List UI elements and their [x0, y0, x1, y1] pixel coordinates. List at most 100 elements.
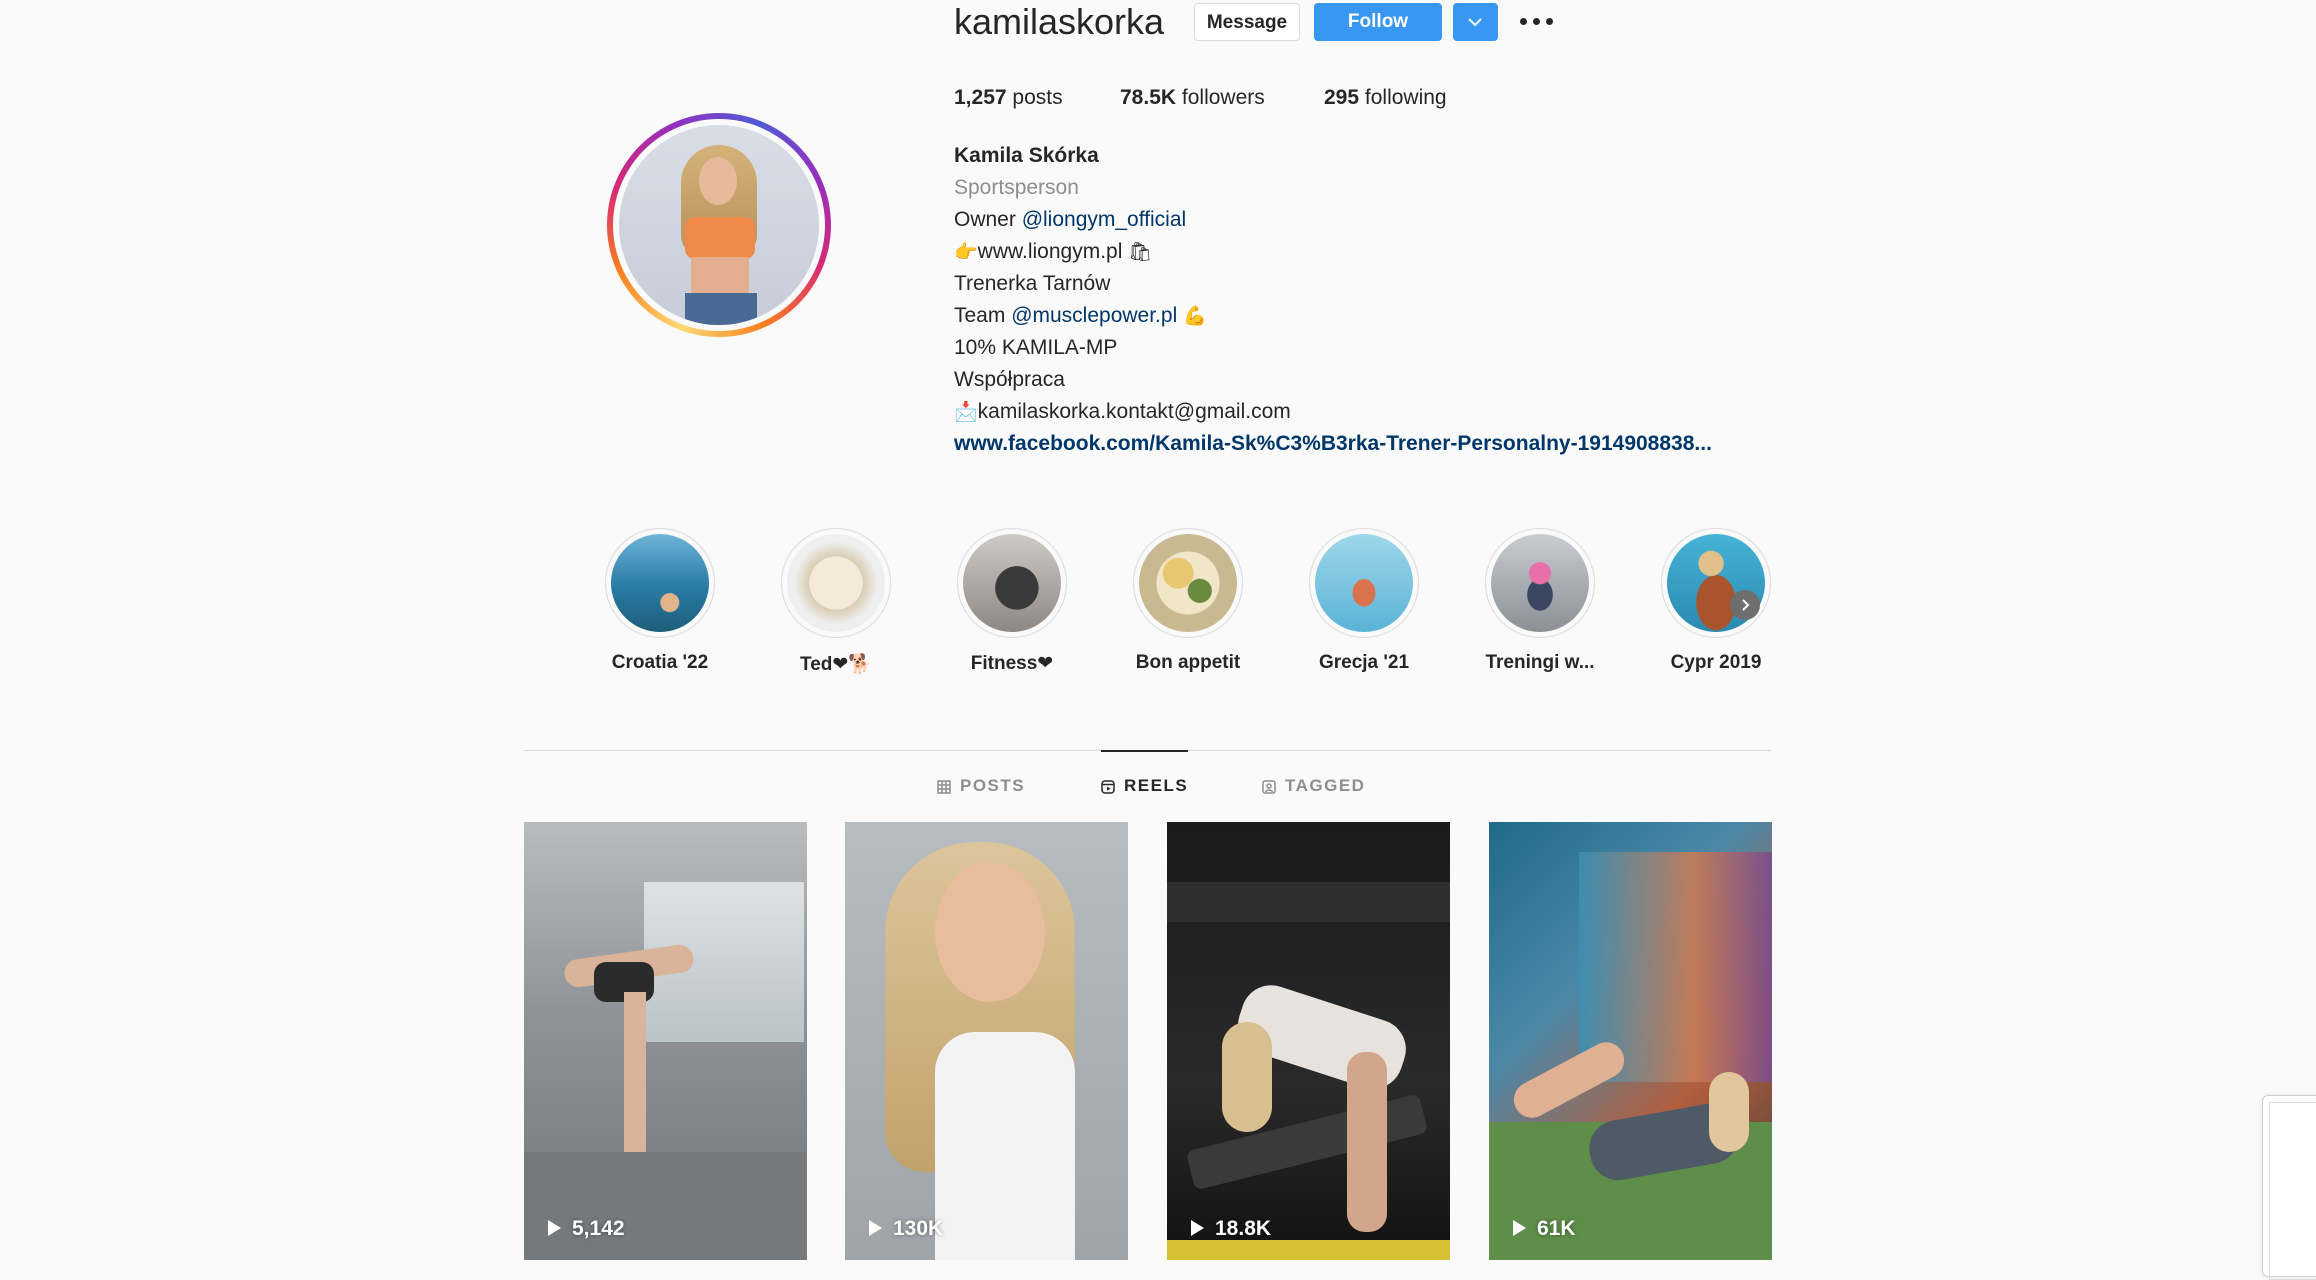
envelope-icon: 📩 — [954, 401, 978, 423]
highlights-next-button[interactable] — [1730, 590, 1760, 620]
posts-label: posts — [1012, 86, 1063, 109]
bio-email-line: 📩kamilaskorka.kontakt@gmail.com — [954, 396, 1774, 428]
highlight-ring — [781, 528, 891, 638]
following-label: following — [1364, 86, 1447, 109]
posts-count: 1,257 — [954, 86, 1007, 109]
reel-view-count: 18.8K — [1189, 1216, 1271, 1242]
follow-button[interactable]: Follow — [1314, 3, 1442, 41]
bio-team-prefix: Team — [954, 304, 1012, 327]
highlight-label: Bon appetit — [1135, 652, 1241, 673]
profile-avatar-story-ring[interactable] — [607, 113, 831, 337]
suggested-accounts-dropdown-button[interactable] — [1453, 3, 1498, 41]
avatar-belly — [691, 257, 749, 297]
reel-view-count-text: 5,142 — [572, 1217, 625, 1240]
face-shape — [935, 862, 1045, 1002]
followers-stat[interactable]: 78.5K followers — [1120, 82, 1265, 114]
flexed-bicep-icon: 💪 — [1183, 305, 1207, 327]
athlete-hair-shape — [1709, 1072, 1749, 1152]
reels-icon — [1101, 780, 1115, 794]
reel-thumbnail[interactable]: 5,142 — [524, 822, 807, 1260]
highlight-ring — [1661, 528, 1771, 638]
tab-tagged[interactable]: TAGGED — [1262, 750, 1365, 822]
play-icon — [1513, 1220, 1526, 1236]
highlight-label: Croatia '22 — [611, 652, 709, 673]
bio-team-line: Team @musclepower.pl 💪 — [954, 300, 1774, 332]
following-stat[interactable]: 295 following — [1324, 82, 1447, 114]
pool-photo-icon — [1315, 534, 1413, 632]
followers-count: 78.5K — [1120, 86, 1177, 109]
highlight-ring — [605, 528, 715, 638]
highlight-item[interactable]: Bon appetit — [1108, 524, 1268, 684]
posts-stat[interactable]: 1,257 posts — [954, 82, 1063, 114]
dog-photo-icon — [787, 534, 885, 632]
tab-posts-label: POSTS — [960, 776, 1026, 795]
profile-bio: Kamila Skórka Sportsperson Owner @liongy… — [954, 140, 1774, 460]
story-highlights: Croatia '22 Ted❤🐕 Fitness❤ Bon appetit G… — [580, 524, 1771, 694]
food-photo-icon — [1139, 534, 1237, 632]
highlight-item[interactable]: Fitness❤ — [932, 524, 1092, 684]
highlight-item[interactable]: Treningi w... — [1460, 524, 1620, 684]
reel-view-count: 61K — [1511, 1216, 1576, 1242]
floor-shape — [524, 1152, 807, 1260]
reel-thumbnail[interactable]: 130K — [845, 822, 1128, 1260]
message-button[interactable]: Message — [1194, 3, 1300, 41]
grid-icon — [937, 780, 951, 794]
highlight-item[interactable]: Croatia '22 — [580, 524, 740, 684]
highlight-ring — [1485, 528, 1595, 638]
avatar-jeans — [685, 293, 757, 325]
external-link[interactable]: www.facebook.com/Kamila-Sk%C3%B3rka-Tren… — [954, 428, 1774, 460]
athlete-leg-shape — [1347, 1052, 1387, 1232]
athlete-hair-shape — [1222, 1022, 1272, 1132]
dot — [1546, 18, 1553, 25]
tab-reels[interactable]: REELS — [1101, 750, 1189, 824]
avatar-top — [685, 217, 755, 259]
full-name: Kamila Skórka — [954, 144, 1099, 167]
avatar-face — [699, 157, 737, 205]
dot — [1533, 18, 1540, 25]
highlight-label: Treningi w... — [1485, 652, 1595, 673]
play-icon — [869, 1220, 882, 1236]
pointing-hand-icon: 👉 — [954, 241, 978, 263]
play-icon — [548, 1220, 561, 1236]
bio-collab-line: Współpraca — [954, 368, 1065, 391]
reel-view-count-text: 61K — [1537, 1217, 1576, 1240]
gym-light-shape — [1167, 882, 1450, 922]
tagged-icon — [1262, 780, 1276, 794]
mention-link-musclepower[interactable]: @musclepower.pl — [1011, 304, 1177, 327]
shopping-bag-icon: 🛍 — [1128, 241, 1153, 263]
bio-trainer-line: Trenerka Tarnów — [954, 272, 1111, 295]
chevron-right-icon — [1742, 599, 1750, 611]
bio-site-line: 👉www.liongym.pl 🛍 — [954, 236, 1774, 268]
reel-view-count: 130K — [867, 1216, 943, 1242]
following-count: 295 — [1324, 86, 1360, 109]
reel-view-count: 5,142 — [546, 1216, 625, 1242]
workout-photo-icon — [1491, 534, 1589, 632]
bio-code-line: 10% KAMILA-MP — [954, 336, 1118, 359]
bio-site-text: www.liongym.pl — [977, 240, 1129, 263]
beach-photo-icon — [611, 534, 709, 632]
reel-thumbnail[interactable]: 61K — [1489, 822, 1772, 1260]
reel-thumbnail[interactable]: 18.8K — [1167, 822, 1450, 1260]
highlight-item[interactable]: Cypr 2019 — [1636, 524, 1796, 684]
bio-owner-prefix: Owner — [954, 208, 1022, 231]
reel-view-count-text: 130K — [893, 1217, 944, 1240]
highlight-label: Ted❤🐕 — [800, 654, 872, 675]
side-floating-widget[interactable] — [2262, 1095, 2316, 1280]
highlight-ring — [1309, 528, 1419, 638]
gym-photo-icon — [963, 534, 1061, 632]
mention-link-liongym[interactable]: @liongym_official — [1022, 208, 1187, 231]
highlight-label: Grecja '21 — [1318, 652, 1410, 673]
tab-reels-label: REELS — [1124, 776, 1189, 795]
highlight-item[interactable]: Grecja '21 — [1284, 524, 1444, 684]
profile-header: kamilaskorka Message Follow 1,257 posts … — [0, 0, 2316, 480]
floor-stripe-shape — [1167, 1240, 1450, 1260]
highlight-ring — [1133, 528, 1243, 638]
side-widget-inner — [2269, 1102, 2316, 1280]
dot — [1520, 18, 1527, 25]
highlight-item[interactable]: Ted❤🐕 — [756, 524, 916, 684]
more-options-icon[interactable] — [1520, 12, 1554, 32]
profile-avatar[interactable] — [619, 125, 819, 325]
highlight-label: Cypr 2019 — [1670, 652, 1762, 673]
tab-posts[interactable]: POSTS — [937, 750, 1025, 822]
category-label: Sportsperson — [954, 176, 1079, 199]
